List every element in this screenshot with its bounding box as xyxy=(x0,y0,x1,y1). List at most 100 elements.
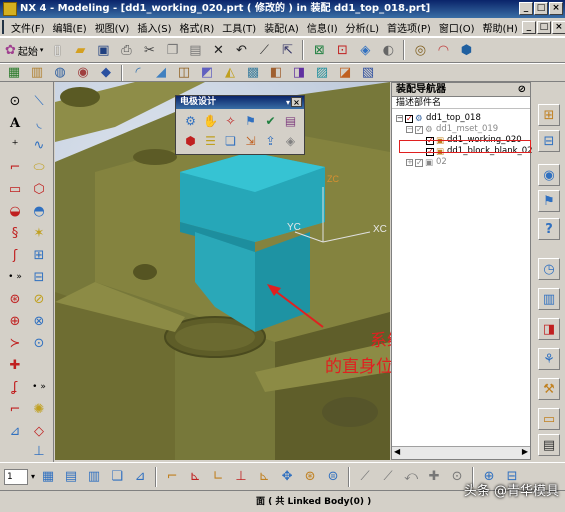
arc-tool-icon[interactable]: ⤺ xyxy=(401,467,421,487)
electrode-holder-icon[interactable]: ⚑ xyxy=(242,112,259,129)
render-style-icon[interactable]: ◐ xyxy=(378,40,398,60)
new-icon[interactable]: ▯ xyxy=(47,40,67,60)
navigator-horizontal-scrollbar[interactable]: ◀ ▶ xyxy=(392,446,530,459)
layer-settings-icon[interactable]: ▦ xyxy=(38,467,58,487)
fillet-curve-icon[interactable]: ◒ xyxy=(4,200,26,222)
subtract-icon[interactable]: ▧ xyxy=(358,65,378,81)
snap-control-icon[interactable]: ∟ xyxy=(208,467,228,487)
part-navigator-tab-icon[interactable]: ⊟ xyxy=(538,130,560,152)
smooth-spline-icon[interactable]: ✺ xyxy=(28,398,50,420)
thicken-icon[interactable]: ▨ xyxy=(312,65,332,81)
roles-tab-icon[interactable]: ⚘ xyxy=(538,348,560,370)
wcs-icon[interactable]: ⊿ xyxy=(130,467,150,487)
electrode-blank-icon[interactable]: ✧ xyxy=(222,112,239,129)
corner-icon[interactable]: ✚ xyxy=(4,354,26,376)
electrode-pick-icon[interactable]: ✋ xyxy=(202,112,219,129)
copy-icon[interactable]: ❐ xyxy=(162,40,182,60)
hd3d-tab-icon[interactable]: ▤ xyxy=(538,434,560,456)
join-curve-icon[interactable]: ⊕ xyxy=(4,310,26,332)
menu-format[interactable]: 格式(R) xyxy=(176,20,219,35)
trim-curve-icon[interactable]: ≻ xyxy=(4,332,26,354)
line-icon[interactable]: ⟍ xyxy=(28,90,50,112)
repeat-command-icon[interactable]: ⟋ xyxy=(254,40,274,60)
mirror-icon[interactable]: ◧ xyxy=(266,65,286,81)
paste-icon[interactable]: ▤ xyxy=(185,40,205,60)
pattern-icon[interactable]: ▩ xyxy=(243,65,263,81)
menu-file[interactable]: 文件(F) xyxy=(7,20,49,35)
orient-view-icon[interactable]: ◈ xyxy=(355,40,375,60)
body-icon[interactable]: ⬢ xyxy=(456,40,476,60)
electrode-export-icon[interactable]: ⇪ xyxy=(262,132,279,149)
minimize-button[interactable]: _ xyxy=(519,2,533,15)
menu-edit[interactable]: 编辑(E) xyxy=(49,20,91,35)
delete-icon[interactable]: ✕ xyxy=(208,40,228,60)
snap-endpoint-icon[interactable]: ⌐ xyxy=(162,467,182,487)
fit-view-icon[interactable]: ⊠ xyxy=(309,40,329,60)
offset-curve-icon[interactable]: ◓ xyxy=(28,200,50,222)
extrude-icon[interactable]: ▥ xyxy=(27,65,47,81)
close-button[interactable]: × xyxy=(549,2,563,15)
checkbox-icon[interactable]: ✓ xyxy=(415,158,423,167)
electrode-copy-icon[interactable]: ❏ xyxy=(222,132,239,149)
curve-length-icon[interactable]: ʆ xyxy=(4,376,26,398)
point-set-icon[interactable]: ⁺ xyxy=(4,134,26,156)
menu-insert[interactable]: 插入(S) xyxy=(133,20,175,35)
save-icon[interactable]: ▣ xyxy=(93,40,113,60)
stretch-icon[interactable]: ⌐ xyxy=(4,398,26,420)
ellipse-icon[interactable]: ⬭ xyxy=(28,156,50,178)
dialog-close-button[interactable]: × xyxy=(291,97,302,107)
electrode-drawing-icon[interactable]: ☰ xyxy=(202,132,219,149)
polyline-icon[interactable]: ⌐ xyxy=(4,156,26,178)
section-curve-icon[interactable]: ⊟ xyxy=(28,266,50,288)
snap-quadrant-icon[interactable]: ✥ xyxy=(277,467,297,487)
copy-to-layer-icon[interactable]: ❏ xyxy=(107,467,127,487)
boss-icon[interactable]: ◆ xyxy=(96,65,116,81)
tree-item-02[interactable]: + ✓ ▣ 02 xyxy=(406,157,447,168)
tree-item-top[interactable]: − ✓ ⚙ dd1_top_018 xyxy=(396,113,481,124)
undo-icon[interactable]: ↶ xyxy=(231,40,251,60)
menu-preferences[interactable]: 首选项(P) xyxy=(383,20,435,35)
revolve-icon[interactable]: ◍ xyxy=(50,65,70,81)
text-icon[interactable]: A xyxy=(4,112,26,134)
doc-restore-button[interactable]: □ xyxy=(536,20,551,34)
wrap-curve-icon[interactable]: ⊘ xyxy=(28,288,50,310)
menu-analysis[interactable]: 分析(L) xyxy=(342,20,383,35)
clock-tab-icon[interactable]: ◷ xyxy=(538,258,560,280)
checkbox-icon[interactable]: ✓ xyxy=(415,125,423,134)
unite-icon[interactable]: ◪ xyxy=(335,65,355,81)
menu-view[interactable]: 视图(V) xyxy=(91,20,134,35)
electrode-settings-icon[interactable]: ◈ xyxy=(282,132,299,149)
more-left-tools-2-icon[interactable]: • » xyxy=(28,376,50,398)
shell-icon[interactable]: ◫ xyxy=(174,65,194,81)
chamfer-icon[interactable]: ◢ xyxy=(151,65,171,81)
rectangle-icon[interactable]: ▭ xyxy=(4,178,26,200)
bridge-curve-icon[interactable]: ʃ xyxy=(4,244,26,266)
menu-window[interactable]: 窗口(O) xyxy=(435,20,479,35)
menu-info[interactable]: 信息(I) xyxy=(303,20,342,35)
trim-icon[interactable]: ◭ xyxy=(220,65,240,81)
open-icon[interactable]: ▰ xyxy=(70,40,90,60)
select-icon[interactable]: ⇱ xyxy=(277,40,297,60)
analysis-icon[interactable]: ◎ xyxy=(410,40,430,60)
folder-tab-icon[interactable]: ▭ xyxy=(538,408,560,430)
menu-assembly[interactable]: 装配(A) xyxy=(260,20,303,35)
cut-icon[interactable]: ✂ xyxy=(139,40,159,60)
zoom-icon[interactable]: ⊡ xyxy=(332,40,352,60)
snap-point-icon[interactable]: ⊛ xyxy=(300,467,320,487)
sketch-icon[interactable]: ▦ xyxy=(4,65,24,81)
dialog-menu-icon[interactable]: ▾ xyxy=(286,96,290,109)
doc-minimize-button[interactable]: _ xyxy=(521,20,536,34)
more-left-tools-icon[interactable]: • » xyxy=(4,266,26,288)
electrode-wizard-icon[interactable]: ⚙ xyxy=(182,112,199,129)
assembly-navigator-tab-icon[interactable]: ⊞ xyxy=(538,104,560,126)
intersect-curve-icon[interactable]: ✶ xyxy=(28,222,50,244)
offset-icon[interactable]: ◨ xyxy=(289,65,309,81)
web-browser-tab-icon[interactable]: ◉ xyxy=(538,164,560,186)
snap-midpoint-icon[interactable]: ⊾ xyxy=(185,467,205,487)
angle-line-icon[interactable]: ⟋ xyxy=(378,467,398,487)
helix-icon[interactable]: § xyxy=(4,222,26,244)
tree-item-mset[interactable]: − ✓ ⚙ dd1_mset_019 xyxy=(406,124,498,135)
split-curve-icon[interactable]: ⊗ xyxy=(28,310,50,332)
cross-icon[interactable]: ✚ xyxy=(424,467,444,487)
start-button[interactable]: ✿ 起始 ▾ xyxy=(4,40,44,60)
